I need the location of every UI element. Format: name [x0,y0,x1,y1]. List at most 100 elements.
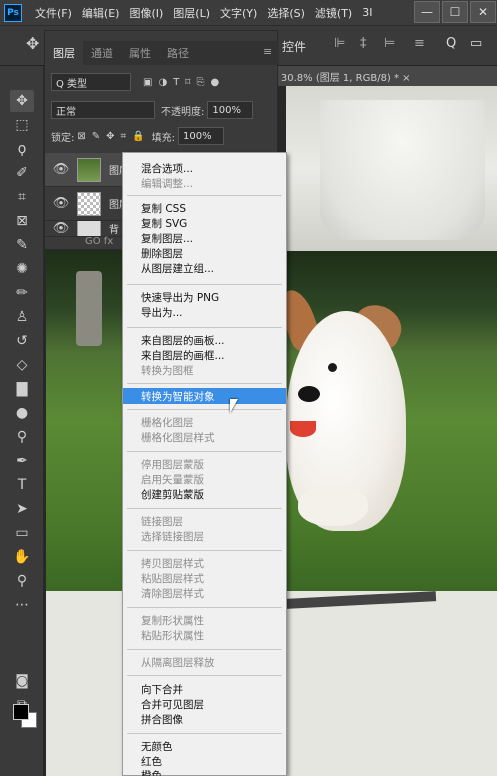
smart-object-filter-icon[interactable]: ⎘ [196,77,204,88]
move-tool-icon[interactable]: ✥ [26,34,39,53]
menu-item-release-from-isolation[interactable]: 从隔离图层释放 [123,655,286,670]
foreground-color-swatch[interactable] [13,704,29,720]
menu-item-convert-to-smart-object[interactable]: 转换为智能对象 [123,388,286,404]
shape-filter-icon[interactable]: ⌑ [185,77,190,88]
menu-item-enable-vector-mask[interactable]: 启用矢量蒙版 [123,472,286,487]
align-right-icon[interactable]: ⊨ [384,36,395,51]
lock-position-icon[interactable]: ✥ [106,131,114,142]
eyedropper-icon[interactable]: ✎ [10,234,34,256]
layers-panel-tabs: 图层 通道 属性 路径 [45,41,279,65]
adjustment-filter-icon[interactable]: ◑ [158,77,167,88]
menu-item-frame-from-layers[interactable]: 来自图层的画框... [123,348,286,363]
menu-item-convert-to-frame[interactable]: 转换为图框 [123,363,286,378]
stamp-icon[interactable]: ♙ [10,306,34,328]
healing-icon[interactable]: ✺ [10,258,34,280]
menu-item-link-layers[interactable]: 链接图层 [123,514,286,529]
menu-type[interactable]: 文字(Y) [215,5,262,21]
menu-item-clear-layer-style[interactable]: 清除图层样式 [123,586,286,601]
more-tools-icon[interactable]: ⋯ [10,594,34,616]
workspace-icon[interactable]: ▭ [470,36,482,51]
menu-item-duplicate-layer[interactable]: 复制图层... [123,231,286,246]
menu-item-blending-options[interactable]: 混合选项... [123,161,286,176]
pixel-filter-icon[interactable]: ▣ [143,77,152,88]
menu-item-create-clipping-mask[interactable]: 创建剪贴蒙版 [123,487,286,502]
layer-filter-select[interactable]: Q 类型 [51,73,131,91]
menu-item-delete-layer[interactable]: 删除图层 [123,246,286,261]
close-icon[interactable]: ✕ [470,1,496,23]
menu-item-flatten-image[interactable]: 拼合图像 [123,712,286,727]
menu-item-quick-export-png[interactable]: 快速导出为 PNG [123,290,286,305]
blur-icon[interactable]: ● [10,402,34,424]
lasso-icon[interactable]: ϙ [10,138,34,160]
menu-filter[interactable]: 滤镜(T) [310,5,357,21]
menu-item-disable-layer-mask[interactable]: 停用图层蒙版 [123,457,286,472]
type-filter-icon[interactable]: T [173,77,179,88]
align-center-icon[interactable]: ‡ [360,36,367,51]
filter-toggle-icon[interactable]: ● [210,77,219,88]
lock-artboard-icon[interactable]: ⌗ [121,131,127,142]
visibility-eye-icon[interactable]: 👁 [51,162,71,177]
panel-menu-icon[interactable]: ≡ [263,45,272,58]
maximize-icon[interactable]: ☐ [442,1,468,23]
menu-item-no-color[interactable]: 无颜色 [123,739,286,754]
path-select-icon[interactable]: ➤ [10,498,34,520]
menu-item-paste-layer-style[interactable]: 粘贴图层样式 [123,571,286,586]
menu-item-orange[interactable]: 橙色 [123,768,286,776]
opacity-input[interactable]: 100% [207,101,254,119]
visibility-eye-icon[interactable]: 👁 [51,196,71,211]
menu-item-paste-shape-attributes[interactable]: 粘贴形状属性 [123,628,286,643]
menu-select[interactable]: 选择(S) [262,5,310,21]
crop-icon[interactable]: ⌗ [10,186,34,208]
visibility-eye-icon[interactable]: 👁 [51,221,71,236]
menu-item-red[interactable]: 红色 [123,754,286,769]
fill-input[interactable]: 100% [178,127,225,145]
menu-item-select-linked-layers[interactable]: 选择链接图层 [123,529,286,544]
move-icon[interactable]: ✥ [10,90,34,112]
pen-icon[interactable]: ✒ [10,450,34,472]
minimize-icon[interactable]: — [414,1,440,23]
brush-icon[interactable]: ✏ [10,282,34,304]
menu-item-merge-down[interactable]: 向下合并 [123,682,286,697]
lock-pixels-icon[interactable]: ✎ [92,131,100,142]
lock-all-icon[interactable]: 🔒 [132,131,144,142]
menu-item-copy-shape-attributes[interactable]: 复制形状属性 [123,613,286,628]
frame-icon[interactable]: ⊠ [10,210,34,232]
menu-image[interactable]: 图像(I) [124,5,168,21]
menu-item-rasterize-layer[interactable]: 栅格化图层 [123,415,286,430]
type-icon[interactable]: T [10,474,34,496]
blend-mode-select[interactable]: 正常 [51,101,155,119]
search-icon[interactable]: Q [446,36,456,51]
menu-item-copy-layer-style[interactable]: 拷贝图层样式 [123,556,286,571]
menu-item-rasterize-layer-style[interactable]: 栅格化图层样式 [123,430,286,445]
menu-item-copy-svg[interactable]: 复制 SVG [123,216,286,231]
dog-tongue-image [290,421,316,437]
menu-item-merge-visible[interactable]: 合并可见图层 [123,697,286,712]
menu-edit[interactable]: 编辑(E) [77,5,125,21]
menu-3d[interactable]: 3I [357,6,377,19]
menu-item-artboard-from-layers[interactable]: 来自图层的画板... [123,333,286,348]
lock-transparent-icon[interactable]: ⊠ [77,131,85,142]
marquee-icon[interactable]: ⬚ [10,114,34,136]
menu-item-copy-css[interactable]: 复制 CSS [123,201,286,216]
menu-item-group-from-layers[interactable]: 从图层建立组... [123,261,286,276]
menu-file[interactable]: 文件(F) [30,5,77,21]
quick-select-icon[interactable]: ✐ [10,162,34,184]
menu-item-export-as[interactable]: 导出为... [123,305,286,320]
history-brush-icon[interactable]: ↺ [10,330,34,352]
options-label: 控件 [282,40,307,54]
dodge-icon[interactable]: ⚲ [10,426,34,448]
eraser-icon[interactable]: ◇ [10,354,34,376]
tab-paths[interactable]: 路径 [159,41,197,65]
menu-layer[interactable]: 图层(L) [168,5,215,21]
menu-item-edit-adjustment[interactable]: 编辑调整... [123,176,286,191]
rectangle-icon[interactable]: ▭ [10,522,34,544]
tab-properties[interactable]: 属性 [121,41,159,65]
quick-mask-icon[interactable]: ◙ [10,670,34,692]
tab-channels[interactable]: 通道 [83,41,121,65]
hand-icon[interactable]: ✋ [10,546,34,568]
distribute-icon[interactable]: ≡ [414,36,425,51]
gradient-icon[interactable]: ▇ [10,378,34,400]
align-left-icon[interactable]: ⊫ [334,36,345,51]
tab-layers[interactable]: 图层 [45,41,83,65]
zoom-icon[interactable]: ⚲ [10,570,34,592]
